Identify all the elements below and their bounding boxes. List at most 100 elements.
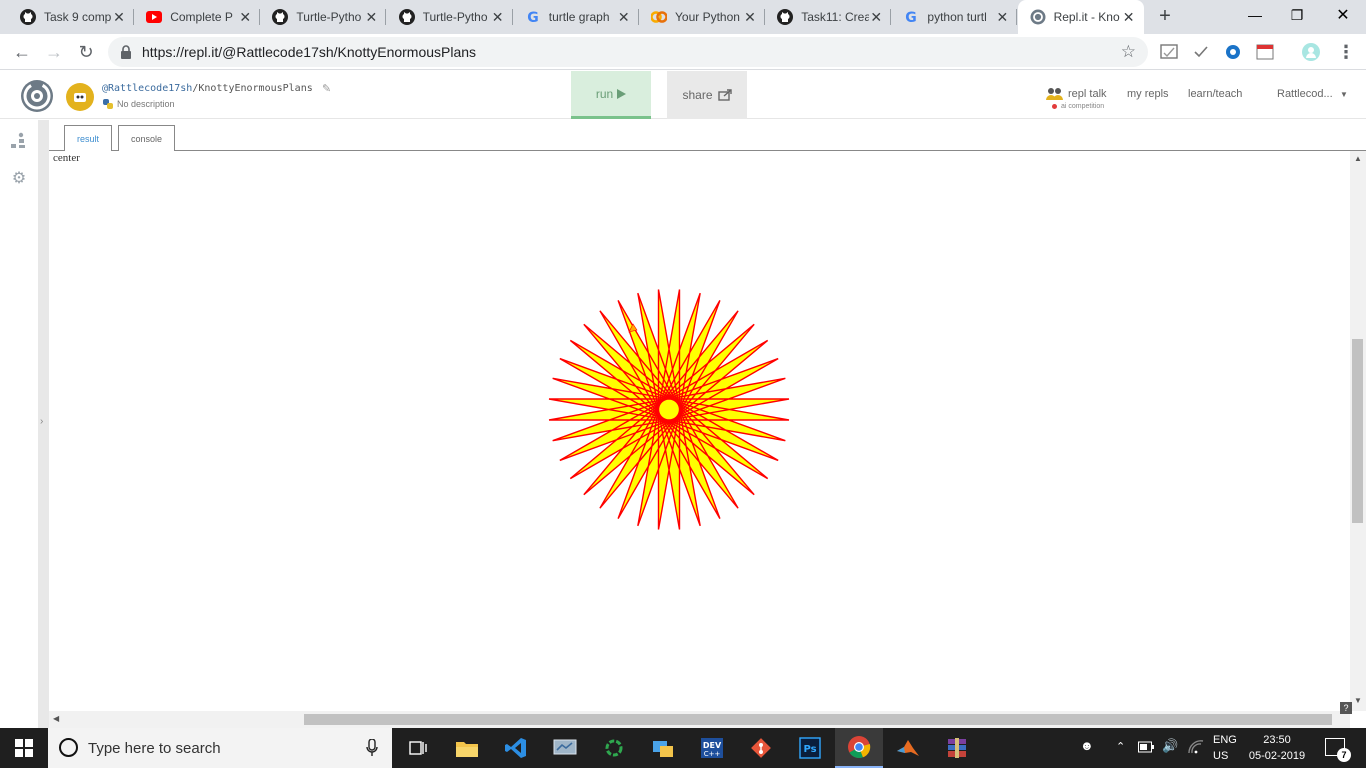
reload-button[interactable]: ↻ (74, 40, 98, 64)
competition-dot (1052, 104, 1057, 109)
winrar-icon[interactable] (933, 728, 981, 768)
show-hidden-icons[interactable]: ⌃ (1116, 740, 1125, 753)
volume-icon[interactable]: 🔊 (1162, 738, 1178, 754)
tab-close-icon[interactable]: ✕ (743, 9, 757, 26)
refresh-app-icon[interactable] (590, 728, 638, 768)
scroll-up-arrow[interactable]: ▲ (1354, 154, 1362, 163)
tab-close-icon[interactable]: ✕ (869, 9, 883, 26)
forward-button[interactable]: → (42, 40, 66, 64)
my-repls-link[interactable]: my repls (1127, 88, 1169, 100)
microphone-icon[interactable] (366, 739, 378, 757)
tab-close-icon[interactable]: ✕ (491, 9, 505, 26)
extension-reader-icon[interactable] (1256, 43, 1274, 61)
windows-logo-icon (15, 739, 33, 757)
browser-tab[interactable]: Gturtle graph ✕ (513, 0, 639, 34)
new-tab-button[interactable]: + (1154, 5, 1176, 27)
vscode-icon[interactable] (492, 728, 540, 768)
account-menu[interactable]: Rattlecod... (1277, 88, 1333, 100)
project-description[interactable]: No description (102, 98, 175, 110)
tab-title: Task 9 comp (44, 10, 112, 24)
action-center-icon[interactable]: 7 (1325, 738, 1351, 762)
horizontal-scroll-thumb[interactable] (304, 714, 1332, 725)
run-button[interactable]: run (571, 71, 651, 119)
restore-button[interactable]: ❐ (1274, 0, 1320, 30)
browser-tab[interactable]: Task11: Crea ✕ (765, 0, 892, 34)
back-button[interactable]: ← (10, 40, 34, 64)
tab-title: python turtl (927, 10, 987, 24)
learn-teach-link[interactable]: learn/teach (1188, 88, 1242, 100)
dev-cpp-icon[interactable]: DEV C++ (688, 728, 736, 768)
start-button[interactable] (0, 728, 48, 768)
bookmark-star-icon[interactable]: ☆ (1121, 42, 1136, 62)
scroll-down-arrow[interactable]: ▼ (1354, 696, 1362, 705)
tab-close-icon[interactable]: ✕ (112, 9, 126, 26)
browser-tab[interactable]: Task 9 comp ✕ (8, 0, 134, 34)
horizontal-scrollbar[interactable]: ◀ (49, 711, 1350, 728)
vertical-scrollbar[interactable]: ▲ ▼ (1350, 151, 1366, 711)
browser-menu-icon[interactable]: ⋮ (1334, 40, 1358, 64)
vertical-scroll-thumb[interactable] (1352, 339, 1363, 523)
tab-result[interactable]: result (64, 125, 113, 152)
search-placeholder: Type here to search (88, 740, 221, 757)
tab-close-icon[interactable]: ✕ (1122, 9, 1136, 26)
settings-gear-icon[interactable]: ⚙ (10, 168, 28, 187)
share-button[interactable]: share (667, 71, 747, 119)
caret-down-icon[interactable]: ▼ (1340, 90, 1348, 99)
photoshop-icon[interactable]: Ps (786, 728, 834, 768)
tab-console[interactable]: console (118, 125, 176, 151)
files-tree-icon[interactable] (10, 132, 28, 150)
tab-close-icon[interactable]: ✕ (617, 9, 631, 26)
address-bar[interactable]: https://repl.it/@Rattlecode17sh/KnottyEn… (108, 37, 1148, 67)
control-panel-icon[interactable] (639, 728, 687, 768)
tab-close-icon[interactable]: ✕ (238, 9, 252, 26)
share-icon (717, 89, 732, 101)
matlab-icon[interactable] (884, 728, 932, 768)
tab-title: Complete P (170, 10, 233, 24)
repl-talk-link[interactable]: repl talk (1068, 88, 1107, 100)
replit-logo-icon[interactable] (20, 79, 54, 113)
taskbar-clock[interactable]: 23:50 05-02-2019 (1244, 732, 1310, 764)
expand-chevron-icon[interactable]: › (40, 416, 43, 427)
browser-tab[interactable]: Turtle-Pytho ✕ (260, 0, 387, 34)
github-icon (777, 9, 794, 25)
tab-close-icon[interactable]: ✕ (364, 9, 378, 26)
browser-tab[interactable]: Repl.it - Kno ✕ (1017, 0, 1144, 34)
browser-tab[interactable]: Gpython turtl ✕ (891, 0, 1018, 34)
tab-title: Your Python (675, 10, 740, 24)
task-view-icon[interactable] (394, 728, 442, 768)
language-indicator[interactable]: ENG US (1213, 732, 1237, 764)
browser-tab[interactable]: Turtle-Pytho ✕ (387, 0, 513, 34)
user-avatar[interactable] (66, 83, 94, 111)
repl-talk-subtitle: ai competition (1061, 103, 1105, 110)
browser-tab[interactable]: Your Python ✕ (639, 0, 765, 34)
browser-tab-strip: Task 9 comp ✕ Complete P ✕ Turtle-Pytho ✕ Turt… (0, 0, 1366, 34)
monitor-app-icon[interactable] (541, 728, 589, 768)
edit-pencil-icon[interactable]: ✎ (322, 82, 331, 95)
username-link[interactable]: @Rattlecode17sh (102, 83, 192, 94)
taskbar-search-box[interactable]: Type here to search (48, 728, 392, 768)
extension-check-icon[interactable] (1192, 43, 1210, 61)
close-window-button[interactable]: ✕ (1320, 0, 1366, 30)
github-icon (20, 9, 36, 25)
file-explorer-icon[interactable] (443, 728, 491, 768)
profile-avatar-icon[interactable] (1302, 43, 1320, 61)
replit-icon (1030, 9, 1046, 25)
scroll-left-arrow[interactable]: ◀ (53, 714, 59, 723)
notification-count: 7 (1337, 748, 1351, 762)
cortana-icon (59, 738, 78, 757)
battery-icon[interactable] (1138, 741, 1154, 753)
chrome-icon[interactable] (835, 728, 883, 768)
help-button[interactable]: ? (1340, 702, 1352, 714)
extension-globe-icon[interactable] (1224, 43, 1242, 61)
minimize-button[interactable]: — (1232, 0, 1278, 30)
project-path[interactable]: @Rattlecode17sh/KnottyEnormousPlans (102, 83, 313, 94)
wifi-icon[interactable] (1188, 740, 1204, 754)
browser-tab[interactable]: Complete P ✕ (134, 0, 261, 34)
tab-close-icon[interactable]: ✕ (995, 9, 1009, 26)
project-name[interactable]: KnottyEnormousPlans (198, 83, 312, 94)
description-text: No description (117, 99, 175, 109)
people-tray-icon[interactable]: ☻ (1080, 738, 1094, 753)
git-icon[interactable] (737, 728, 785, 768)
extension-screenshot-icon[interactable] (1160, 43, 1178, 61)
language-code: ENG (1213, 734, 1237, 746)
